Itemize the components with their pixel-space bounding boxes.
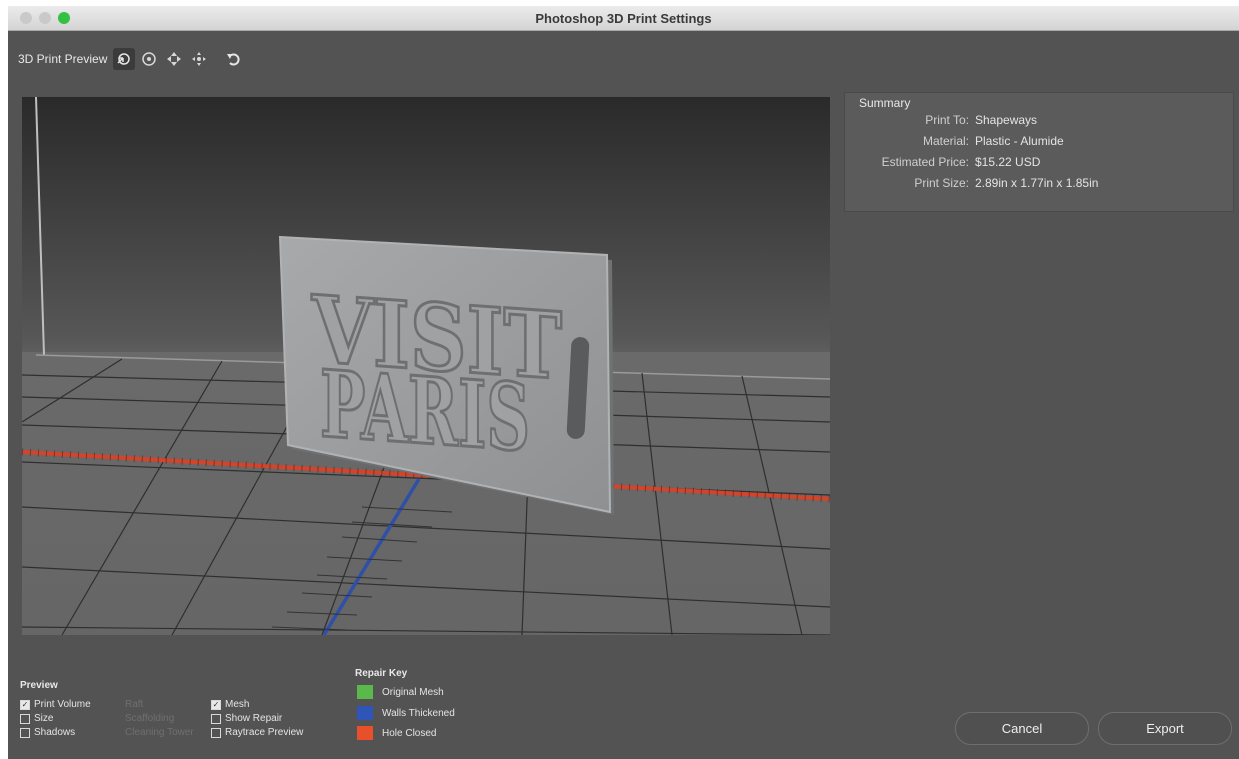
walls-thickened-swatch [357, 706, 373, 720]
option-label: Shadows [34, 727, 76, 738]
checkbox-icon [211, 727, 221, 738]
option-label: Size [34, 713, 54, 724]
volume-edge-line [35, 97, 45, 356]
checkbox-icon [20, 713, 30, 724]
checkbox-icon [20, 727, 30, 738]
checkmark-icon: ✓ [20, 699, 30, 710]
hole-closed-swatch [357, 726, 373, 740]
mesh-checkbox[interactable]: ✓ Mesh [211, 699, 249, 710]
option-label: Mesh [225, 699, 250, 710]
export-button[interactable]: Export [1098, 712, 1232, 745]
original-mesh-swatch [357, 685, 373, 699]
print-volume-scene: VISIT PARIS [22, 97, 830, 635]
option-label: Raytrace Preview [225, 727, 304, 738]
checkbox-icon [211, 713, 221, 724]
preview-section-title: Preview [20, 680, 58, 691]
show-repair-checkbox[interactable]: Show Repair [211, 713, 282, 724]
summary-label: Material: [922, 134, 969, 148]
summary-value: Plastic - Alumide [975, 134, 1064, 148]
title-bar: Photoshop 3D Print Settings [8, 6, 1239, 31]
summary-value: Shapeways [975, 113, 1038, 127]
window-title: Photoshop 3D Print Settings [535, 11, 712, 26]
roll-3d-icon[interactable] [138, 48, 160, 70]
pan-3d-icon[interactable] [163, 48, 185, 70]
reset-view-icon[interactable] [223, 48, 245, 70]
summary-value: 2.89in x 1.77in x 1.85in [975, 176, 1099, 190]
option-label: Show Repair [225, 713, 283, 724]
summary-panel: Summary Print To: Shapeways Material: Pl… [844, 92, 1234, 212]
walls-thickened-label: Walls Thickened [382, 708, 455, 719]
cleaning-tower-option: Cleaning Tower [125, 727, 194, 738]
checkmark-icon: ✓ [211, 699, 221, 710]
shadows-checkbox[interactable]: Shadows [20, 727, 75, 738]
summary-label: Estimated Price: [881, 155, 969, 169]
print-volume-checkbox[interactable]: ✓ Print Volume [20, 699, 91, 710]
raytrace-preview-checkbox[interactable]: Raytrace Preview [211, 727, 303, 738]
orbit-3d-icon[interactable] [113, 48, 136, 70]
print-settings-window: Photoshop 3D Print Settings 3D Print Pre… [8, 6, 1239, 759]
cancel-button[interactable]: Cancel [955, 712, 1089, 745]
summary-label: Print Size: [914, 176, 969, 190]
model-text-line2: PARIS [320, 350, 530, 473]
repair-key-title: Repair Key [355, 668, 408, 679]
original-mesh-label: Original Mesh [382, 687, 444, 698]
raft-option: Raft [125, 699, 143, 710]
option-label: Scaffolding [125, 713, 175, 724]
option-label: Print Volume [34, 699, 91, 710]
hole-closed-label: Hole Closed [382, 728, 437, 739]
summary-title: Summary [859, 96, 911, 110]
option-label: Cleaning Tower [125, 727, 194, 738]
summary-value: $15.22 USD [975, 155, 1041, 169]
option-label: Raft [125, 699, 144, 710]
3d-preview-viewport[interactable]: VISIT PARIS [22, 97, 830, 635]
toolbar-label: 3D Print Preview [18, 52, 108, 66]
slide-3d-icon[interactable] [188, 48, 210, 70]
size-checkbox[interactable]: Size [20, 713, 53, 724]
preview-toolbar: 3D Print Preview [18, 48, 248, 70]
scaffolding-option: Scaffolding [125, 713, 174, 724]
summary-label: Print To: [925, 113, 969, 127]
